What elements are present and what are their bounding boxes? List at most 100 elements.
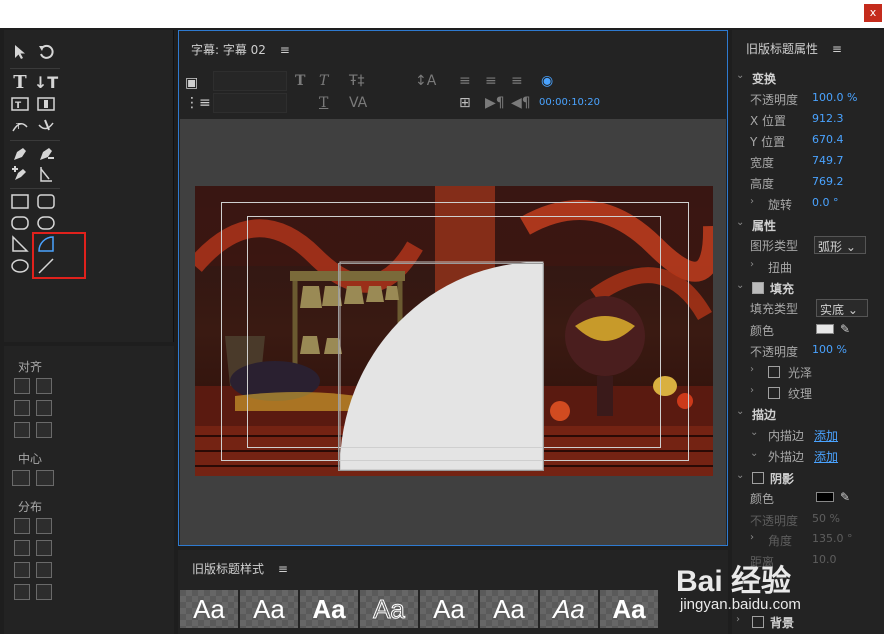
style-swatch[interactable]: Aa	[480, 590, 538, 628]
vertical-path-type-tool-icon[interactable]	[36, 116, 56, 136]
distribute-right-icon[interactable]	[14, 540, 30, 556]
style-swatch[interactable]: Aa	[540, 590, 598, 628]
align-right-text-icon[interactable]: ≡	[511, 73, 523, 89]
texture-checkbox[interactable]	[768, 387, 780, 399]
shadow-section[interactable]: ⌄ 阴影	[732, 470, 884, 490]
shadow-angle-value[interactable]: 135.0 °	[812, 532, 853, 545]
add-anchor-tool-icon[interactable]	[10, 164, 30, 184]
texture-row[interactable]: › 纹理	[732, 385, 884, 405]
align-bottom-icon[interactable]	[36, 422, 52, 438]
opacity-value[interactable]: 100.0 %	[812, 91, 857, 104]
area-type-tool-icon[interactable]: T	[10, 94, 30, 114]
eyedropper-icon[interactable]: ✎	[840, 490, 850, 504]
title-canvas[interactable]	[180, 119, 726, 545]
panel-menu-icon[interactable]: ≡	[280, 43, 290, 57]
distribute-top-icon[interactable]	[36, 540, 52, 556]
font-size-icon[interactable]: Ŧ‡	[349, 73, 365, 89]
rotation-value[interactable]: 0.0 °	[812, 196, 839, 209]
font-family-select[interactable]	[213, 71, 287, 91]
add-outer-stroke-link[interactable]: 添加	[814, 448, 838, 465]
align-horizontal-center-icon[interactable]	[14, 400, 30, 416]
convert-anchor-tool-icon[interactable]	[36, 164, 56, 184]
properties-menu-icon[interactable]: ≡	[832, 42, 842, 56]
window-titlebar: x	[0, 0, 884, 28]
rounded-corner-rectangle-tool-icon[interactable]	[36, 192, 56, 212]
x-position-value[interactable]: 912.3	[812, 112, 844, 125]
clipped-corner-rectangle-tool-icon[interactable]	[10, 213, 30, 233]
style-swatch[interactable]: Aa	[420, 590, 478, 628]
rectangle-tool-icon[interactable]	[10, 192, 30, 212]
y-position-value[interactable]: 670.4	[812, 133, 844, 146]
shadow-checkbox[interactable]	[752, 472, 764, 484]
strokes-section[interactable]: ⌄ 描边	[732, 406, 884, 426]
style-swatch[interactable]: Aa	[240, 590, 298, 628]
distribute-horizontal-icon[interactable]	[14, 584, 30, 600]
tab-stops-icon[interactable]: ⊞	[459, 95, 471, 111]
distribute-bottom-icon[interactable]	[36, 562, 52, 578]
shadow-angle-row[interactable]: › 角度 135.0 °	[732, 532, 884, 552]
add-inner-stroke-link[interactable]: 添加	[814, 427, 838, 444]
align-left-text-icon[interactable]: ≡	[459, 73, 471, 89]
show-background-video-icon[interactable]: ◉	[541, 73, 553, 89]
fill-type-dropdown[interactable]: 实底 ⌄	[816, 299, 868, 317]
fill-checkbox[interactable]	[752, 282, 764, 294]
underline-icon[interactable]: T	[319, 95, 328, 111]
align-right-icon[interactable]	[36, 400, 52, 416]
shadow-color-swatch[interactable]	[816, 492, 834, 502]
sheen-checkbox[interactable]	[768, 366, 780, 378]
italic-icon[interactable]: T	[319, 73, 328, 89]
transform-section[interactable]: ⌄ 变换	[732, 70, 884, 90]
paragraph-icon[interactable]: ◀¶	[511, 95, 531, 111]
inner-stroke-label: 内描边	[768, 429, 805, 443]
title-tab[interactable]: 字幕: 字幕 02 ≡	[191, 41, 290, 58]
style-swatch[interactable]: Aa	[600, 590, 658, 628]
fill-opacity-value[interactable]: 100 %	[812, 343, 847, 356]
pen-tool-icon[interactable]	[10, 144, 30, 164]
wedge-tool-icon[interactable]	[10, 234, 30, 254]
bold-icon[interactable]: T	[295, 73, 305, 89]
width-value[interactable]: 749.7	[812, 154, 844, 167]
type-tool-icon[interactable]: T	[10, 72, 30, 93]
sheen-row[interactable]: › 光泽	[732, 364, 884, 384]
height-value[interactable]: 769.2	[812, 175, 844, 188]
shadow-opacity-value[interactable]: 50 %	[812, 512, 840, 525]
rotation-tool-icon[interactable]	[36, 42, 56, 62]
align-vertical-center-icon[interactable]	[36, 378, 52, 394]
distribute-center-icon[interactable]	[36, 518, 52, 534]
vertical-type-tool-icon[interactable]: ↓T	[34, 72, 58, 92]
arc-bounding-box[interactable]	[338, 263, 544, 471]
distribute-middle-icon[interactable]	[14, 562, 30, 578]
close-button[interactable]: x	[864, 4, 882, 22]
rotation-row[interactable]: › 旋转 0.0 °	[732, 196, 884, 216]
timecode[interactable]: 00:00:10:20	[539, 97, 600, 108]
align-left-icon[interactable]	[14, 378, 30, 394]
new-title-icon[interactable]: ▣	[185, 75, 198, 91]
eyedropper-icon[interactable]: ✎	[840, 322, 850, 336]
fill-color-swatch[interactable]	[816, 324, 834, 334]
center-vertical-icon[interactable]	[36, 470, 54, 486]
vertical-area-type-tool-icon[interactable]	[36, 94, 56, 114]
ellipse-tool-icon[interactable]	[10, 256, 30, 276]
rounded-rectangle-tool-icon[interactable]	[36, 213, 56, 233]
style-swatch[interactable]: Aa	[180, 590, 238, 628]
style-swatch[interactable]: Aa	[360, 590, 418, 628]
attributes-section[interactable]: ⌄ 属性	[732, 217, 884, 237]
delete-anchor-tool-icon[interactable]	[36, 144, 56, 164]
style-swatch[interactable]: Aa	[300, 590, 358, 628]
distort-row[interactable]: › 扭曲	[732, 259, 884, 279]
styles-panel-menu-icon[interactable]: ≡	[278, 562, 288, 576]
selection-tool-icon[interactable]	[10, 42, 30, 62]
align-top-icon[interactable]	[14, 422, 30, 438]
distribute-vertical-icon[interactable]	[36, 584, 52, 600]
distribute-left-icon[interactable]	[14, 518, 30, 534]
shape-type-dropdown[interactable]: 弧形 ⌄	[814, 236, 866, 254]
center-horizontal-icon[interactable]	[12, 470, 30, 486]
align-center-text-icon[interactable]: ≡	[485, 73, 497, 89]
roll-crawl-icon[interactable]: ⋮≡	[185, 95, 211, 111]
kerning-icon[interactable]: VA	[349, 95, 367, 111]
path-type-tool-icon[interactable]: T	[10, 116, 30, 136]
fill-section[interactable]: ⌄ 填充	[732, 280, 884, 300]
leading-icon[interactable]: ↕A	[415, 73, 436, 89]
font-style-select[interactable]	[213, 93, 287, 113]
template-icon[interactable]: ▶¶	[485, 95, 505, 111]
